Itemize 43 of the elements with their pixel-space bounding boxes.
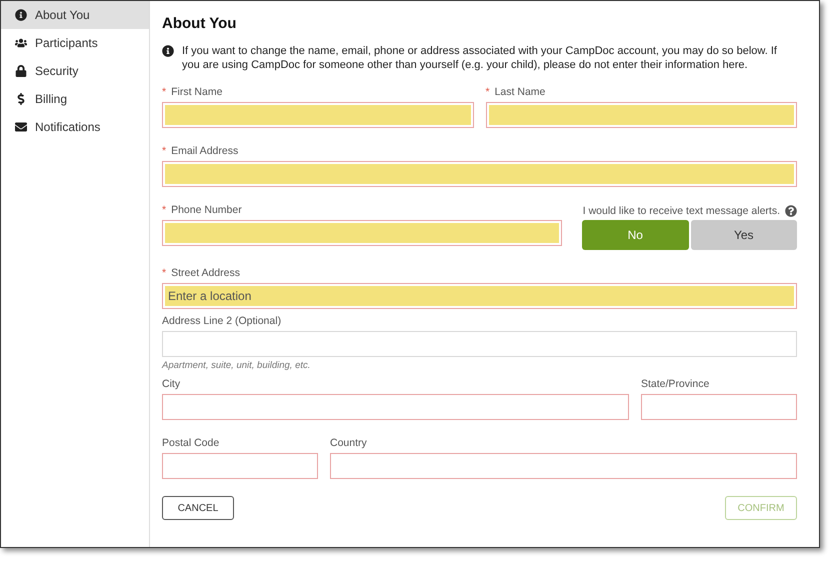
input-field[interactable]: [162, 220, 562, 246]
sidebar-item[interactable]: Notifications: [1, 113, 149, 141]
page-title: About You: [162, 15, 238, 32]
required-mark: *: [162, 145, 166, 159]
input-field[interactable]: [162, 394, 629, 420]
field-hint: Apartment, suite, unit, building, etc.: [162, 360, 312, 371]
sidebar-item[interactable]: Participants: [1, 29, 149, 57]
field-label: State/Province: [641, 378, 710, 392]
field-label: I would like to receive text message alerts.: [582, 205, 780, 217]
sidebar-item[interactable]: About You: [1, 1, 149, 29]
info-icon: [162, 45, 174, 57]
required-mark: *: [486, 86, 490, 100]
info-icon: [15, 9, 27, 21]
field-label: Postal Code: [162, 437, 220, 451]
field-label: Email Address: [171, 145, 238, 159]
sidebar-item[interactable]: Security: [1, 57, 149, 85]
input-field[interactable]: [162, 161, 797, 187]
envelope-icon: [15, 121, 27, 133]
input-field[interactable]: [162, 102, 474, 128]
cancel-button[interactable]: CANCEL: [162, 496, 234, 520]
input-field[interactable]: [486, 102, 797, 128]
help-icon[interactable]: [785, 205, 797, 217]
input-field[interactable]: [162, 331, 797, 357]
required-mark: *: [162, 86, 166, 100]
field-label: Country: [330, 437, 367, 451]
sidebar-item[interactable]: Billing: [1, 85, 149, 113]
notice-text: If you want to change the name, email, phone or address associated with your CampDoc account, you may do so below. If you are using CampDoc for someone other than yourself (e.g. your child), please do not enter their information here.: [182, 44, 778, 72]
field-label: Last Name: [494, 86, 546, 100]
field-label: Address Line 2 (Optional): [162, 315, 282, 329]
input-field[interactable]: [162, 453, 318, 479]
required-mark: *: [162, 267, 166, 281]
required-mark: *: [162, 204, 166, 218]
input-field[interactable]: Enter a location: [162, 283, 797, 309]
input-field[interactable]: [641, 394, 797, 420]
dollar-icon: [15, 93, 27, 105]
lock-icon: [15, 65, 27, 77]
field-label: Street Address: [171, 267, 240, 281]
field-label: City: [162, 378, 180, 392]
field-label: Phone Number: [171, 204, 242, 218]
toggle-option[interactable]: Yes: [690, 220, 797, 250]
field-label: First Name: [171, 86, 222, 100]
input-field[interactable]: [330, 453, 797, 479]
users-icon: [15, 37, 27, 49]
